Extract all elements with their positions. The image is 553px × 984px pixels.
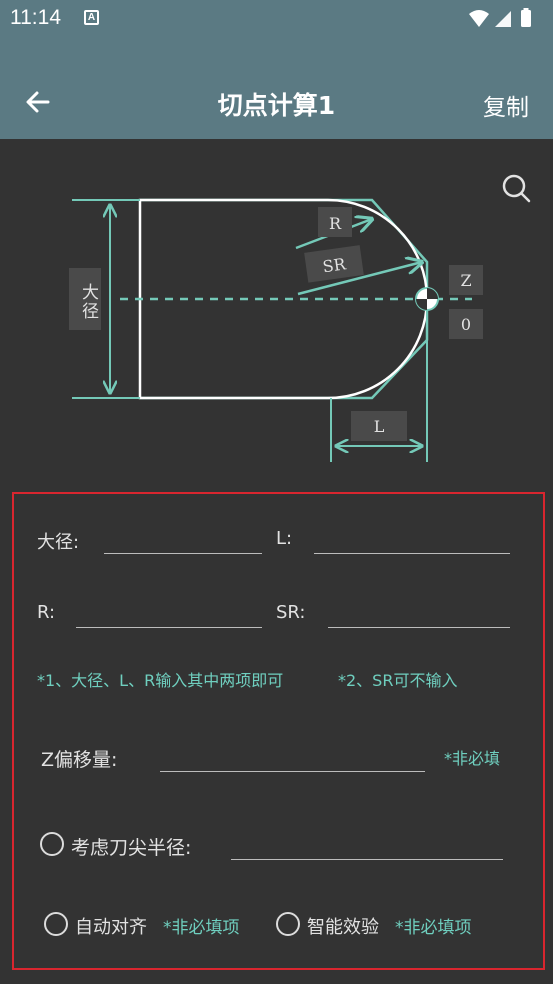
sr-label: SR: [321, 254, 347, 276]
tool-nose-radius-input[interactable]: [231, 832, 503, 860]
diameter-vertical-label: 大径: [78, 282, 98, 321]
status-time: 11:14: [10, 6, 61, 29]
smart-check-radio[interactable]: [276, 912, 300, 936]
diameter-input[interactable]: [104, 526, 262, 554]
auto-align-label: 自动对齐: [75, 917, 147, 938]
r-input[interactable]: [76, 600, 262, 628]
wifi-icon: [469, 10, 489, 27]
notification-icon: A: [84, 10, 99, 25]
battery-icon: [521, 10, 531, 27]
hint-sr-optional: *2、SR可不输入: [338, 671, 458, 690]
page-title: 切点计算1: [217, 91, 336, 120]
z-offset-label: Z偏移量:: [41, 749, 118, 771]
z-offset-input[interactable]: [160, 744, 425, 772]
sr-input-label: SR:: [276, 602, 306, 623]
signal-icon: [495, 11, 511, 27]
sr-input[interactable]: [328, 600, 510, 628]
l-label: L: [374, 417, 385, 436]
smart-check-hint: *非必填项: [395, 918, 472, 938]
input-form-panel: [12, 492, 545, 970]
status-bar: 11:14 A: [0, 0, 553, 38]
z-offset-optional-hint: *非必填: [444, 749, 501, 768]
diameter-label: 大径:: [37, 532, 80, 553]
copy-button[interactable]: 复制: [483, 88, 529, 122]
hint-two-of-three: *1、大径、L、R输入其中两项即可: [37, 671, 284, 690]
auto-align-radio[interactable]: [44, 912, 68, 936]
r-input-label: R:: [37, 602, 56, 623]
z-label: Z: [460, 271, 471, 290]
l-input-label: L:: [276, 528, 293, 549]
tool-nose-radius-label: 考虑刀尖半径:: [71, 837, 192, 859]
origin-marker: [415, 287, 439, 311]
tool-nose-radius-radio[interactable]: [40, 832, 64, 856]
smart-check-label: 智能效验: [307, 917, 379, 938]
zero-label: 0: [461, 315, 471, 334]
status-icons: [469, 8, 531, 27]
l-input[interactable]: [314, 526, 510, 554]
r-label: R: [329, 214, 342, 233]
auto-align-hint: *非必填项: [163, 918, 240, 938]
